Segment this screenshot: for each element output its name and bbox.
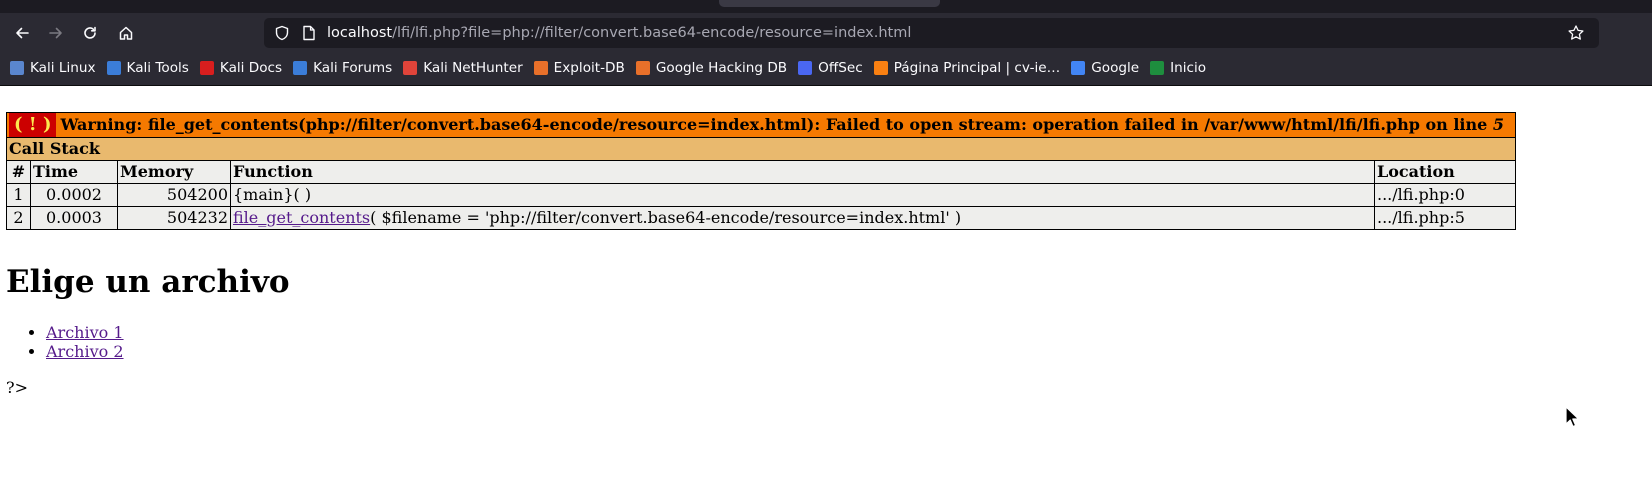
bookmark-label: Google Hacking DB [655, 60, 788, 76]
bookmark-label: Kali Docs [219, 60, 283, 76]
xdebug-error-table: ( ! ) Warning: file_get_contents(php://fi… [6, 112, 1516, 230]
bookmark-item[interactable]: Kali Docs [199, 60, 283, 76]
bookmarks-list: Kali Linux Kali Tools Kali Docs Kali Forums… [10, 60, 1217, 76]
col-header-time: Time [30, 160, 118, 184]
col-header-location: Location [1374, 160, 1516, 184]
navigation-toolbar: localhost/lfi/lfi.php?file=php://filter/… [0, 13, 1652, 53]
bookmark-label: Google [1091, 60, 1140, 76]
bookmark-label: Inicio [1170, 60, 1207, 76]
col-header-memory: Memory [117, 160, 231, 184]
back-arrow-icon [16, 27, 29, 39]
row-time: 0.0003 [30, 206, 118, 230]
forward-arrow-icon [49, 27, 62, 39]
bookmark-star-icon[interactable] [1567, 24, 1585, 42]
url-path: /lfi/lfi.php?file=php://filter/convert.b… [392, 25, 912, 41]
function-text: {main}( ) [233, 185, 312, 204]
tab-strip [0, 0, 1652, 13]
tracking-protection-shield-icon[interactable] [274, 25, 290, 41]
row-memory: 504200 [117, 183, 231, 207]
function-doc-link[interactable]: file_get_contents [233, 208, 370, 227]
bookmarks-toolbar: Kali Linux Kali Tools Kali Docs Kali Forums… [0, 53, 1652, 86]
bookmark-label: Kali Forums [313, 60, 393, 76]
warning-row: ( ! ) Warning: file_get_contents(php://fi… [6, 112, 1516, 138]
column-header-row: # Time Memory Function Location [6, 160, 1516, 184]
bookmark-item[interactable]: Kali Linux [10, 60, 96, 76]
reload-icon [84, 26, 96, 39]
warning-line-number: 5 [1492, 115, 1505, 134]
bookmark-label: Kali NetHunter [423, 60, 523, 76]
row-time: 0.0002 [30, 183, 118, 207]
row-location: .../lfi.php:0 [1374, 183, 1516, 207]
bookmark-item[interactable]: Exploit-DB [533, 60, 625, 76]
row-memory: 504232 [117, 206, 231, 230]
callstack-label: Call Stack [6, 137, 1516, 161]
classroom-icon [1150, 61, 1165, 75]
bookmark-label: Exploit-DB [553, 60, 625, 76]
row-function: file_get_contents( $filename = 'php://fi… [230, 206, 1375, 230]
back-button[interactable] [8, 19, 36, 47]
nethunter-icon [403, 61, 418, 75]
bookmark-label: Página Principal | cv-ie… [893, 60, 1061, 76]
url-text[interactable]: localhost/lfi/lfi.php?file=php://filter/… [327, 24, 911, 42]
active-tab-edge[interactable] [719, 0, 940, 7]
bookmark-label: OffSec [818, 60, 863, 76]
row-number: 1 [6, 183, 31, 207]
callstack-header-row: Call Stack [6, 137, 1516, 161]
col-header-function: Function [230, 160, 1375, 184]
table-row: 1 0.0002 504200 {main}( ) .../lfi.php:0 [6, 183, 1516, 207]
row-location: .../lfi.php:5 [1374, 206, 1516, 230]
address-bar[interactable]: localhost/lfi/lfi.php?file=php://filter/… [264, 18, 1599, 48]
kali-forums-icon [293, 61, 308, 75]
url-host: localhost [327, 25, 393, 41]
bookmark-item[interactable]: OffSec [798, 60, 863, 76]
bookmark-item[interactable]: Kali Tools [106, 60, 189, 76]
col-header-number: # [6, 160, 31, 184]
reload-button[interactable] [76, 19, 104, 47]
bookmark-item[interactable]: Página Principal | cv-ie… [873, 60, 1061, 76]
bookmark-item[interactable]: Kali NetHunter [403, 60, 523, 76]
mouse-cursor-icon [1565, 406, 1579, 428]
offsec-icon [798, 61, 813, 75]
warning-message: ( ! ) Warning: file_get_contents(php://fi… [6, 112, 1516, 138]
forward-button[interactable] [42, 19, 70, 47]
row-number: 2 [6, 206, 31, 230]
moodle-icon [873, 61, 888, 75]
warning-badge: ( ! ) [9, 113, 57, 137]
file-link-archivo-2[interactable]: Archivo 2 [46, 342, 124, 361]
php-closing-tag-text: ?> [6, 378, 28, 397]
file-link-archivo-1[interactable]: Archivo 1 [46, 323, 124, 342]
file-list: Archivo 1 Archivo 2 [6, 323, 124, 361]
exploit-db-icon [533, 61, 548, 75]
bookmark-label: Kali Linux [30, 60, 96, 76]
google-icon [1071, 61, 1086, 75]
bookmark-item[interactable]: Kali Forums [293, 60, 392, 76]
xdebug-error-block: ( ! ) Warning: file_get_contents(php://fi… [6, 112, 1516, 230]
bookmark-item[interactable]: Google [1071, 60, 1139, 76]
bookmark-item[interactable]: Google Hacking DB [635, 60, 788, 76]
home-icon [119, 26, 133, 40]
function-args: ( $filename = 'php://filter/convert.base… [370, 208, 962, 227]
kali-dragon-icon [10, 61, 24, 75]
bookmark-label: Kali Tools [126, 60, 189, 76]
page-info-icon[interactable] [302, 25, 316, 41]
list-item: Archivo 1 [46, 323, 124, 342]
home-button[interactable] [112, 19, 140, 47]
ghdb-icon [635, 61, 650, 75]
kali-tools-icon [106, 61, 121, 75]
page-title: Elige un archivo [6, 264, 290, 300]
warning-text: Warning: file_get_contents(php://filter/… [60, 115, 1493, 134]
row-function: {main}( ) [230, 183, 1375, 207]
table-row: 2 0.0003 504232 file_get_contents( $file… [6, 206, 1516, 230]
list-item: Archivo 2 [46, 342, 124, 361]
bookmark-item[interactable]: Inicio [1150, 60, 1206, 76]
kali-docs-icon [199, 61, 214, 75]
